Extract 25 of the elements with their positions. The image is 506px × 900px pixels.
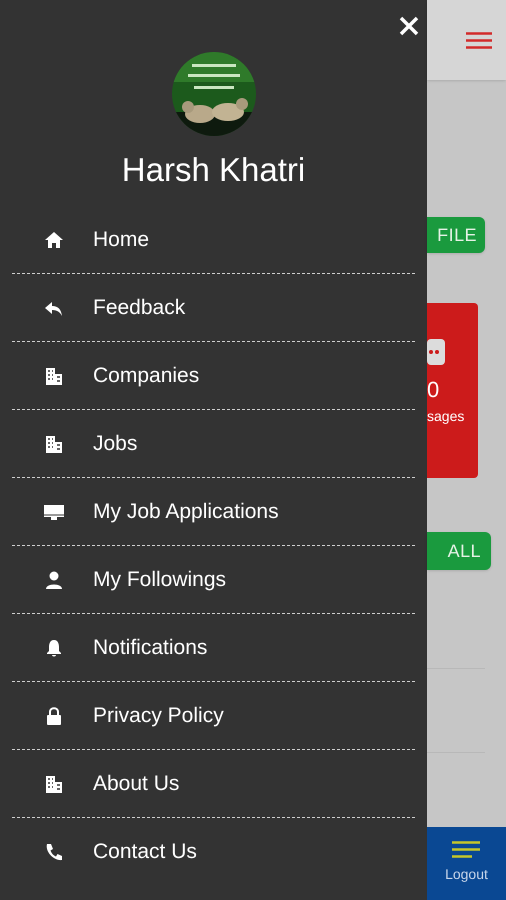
logout-tab[interactable]: Logout xyxy=(445,841,488,885)
menu-item[interactable]: Jobs xyxy=(12,410,415,478)
message-count: 0 xyxy=(427,377,440,403)
menu-item[interactable]: Feedback xyxy=(12,274,415,342)
menu-icon[interactable] xyxy=(466,32,492,49)
user-name: Harsh Khatri xyxy=(120,150,306,190)
person-icon xyxy=(44,570,64,590)
close-icon[interactable] xyxy=(399,16,419,36)
lock-icon xyxy=(44,706,64,726)
menu-item[interactable]: Privacy Policy xyxy=(12,682,415,750)
messages-label: sages xyxy=(427,407,464,425)
home-icon xyxy=(44,230,64,250)
menu-item[interactable]: Companies xyxy=(12,342,415,410)
building-icon xyxy=(44,434,64,454)
menu-item[interactable]: My Followings xyxy=(12,546,415,614)
menu-item[interactable]: Home xyxy=(12,206,415,274)
phone-icon xyxy=(44,842,64,862)
building-icon xyxy=(44,366,64,386)
menu-item[interactable]: About Us xyxy=(12,750,415,818)
menu-item[interactable]: My Job Applications xyxy=(12,478,415,546)
bell-icon xyxy=(44,638,64,658)
menu-icon xyxy=(452,841,480,858)
menu-item[interactable]: Notifications xyxy=(12,614,415,682)
menu-item[interactable]: Contact Us xyxy=(12,818,415,886)
building-icon xyxy=(44,774,64,794)
